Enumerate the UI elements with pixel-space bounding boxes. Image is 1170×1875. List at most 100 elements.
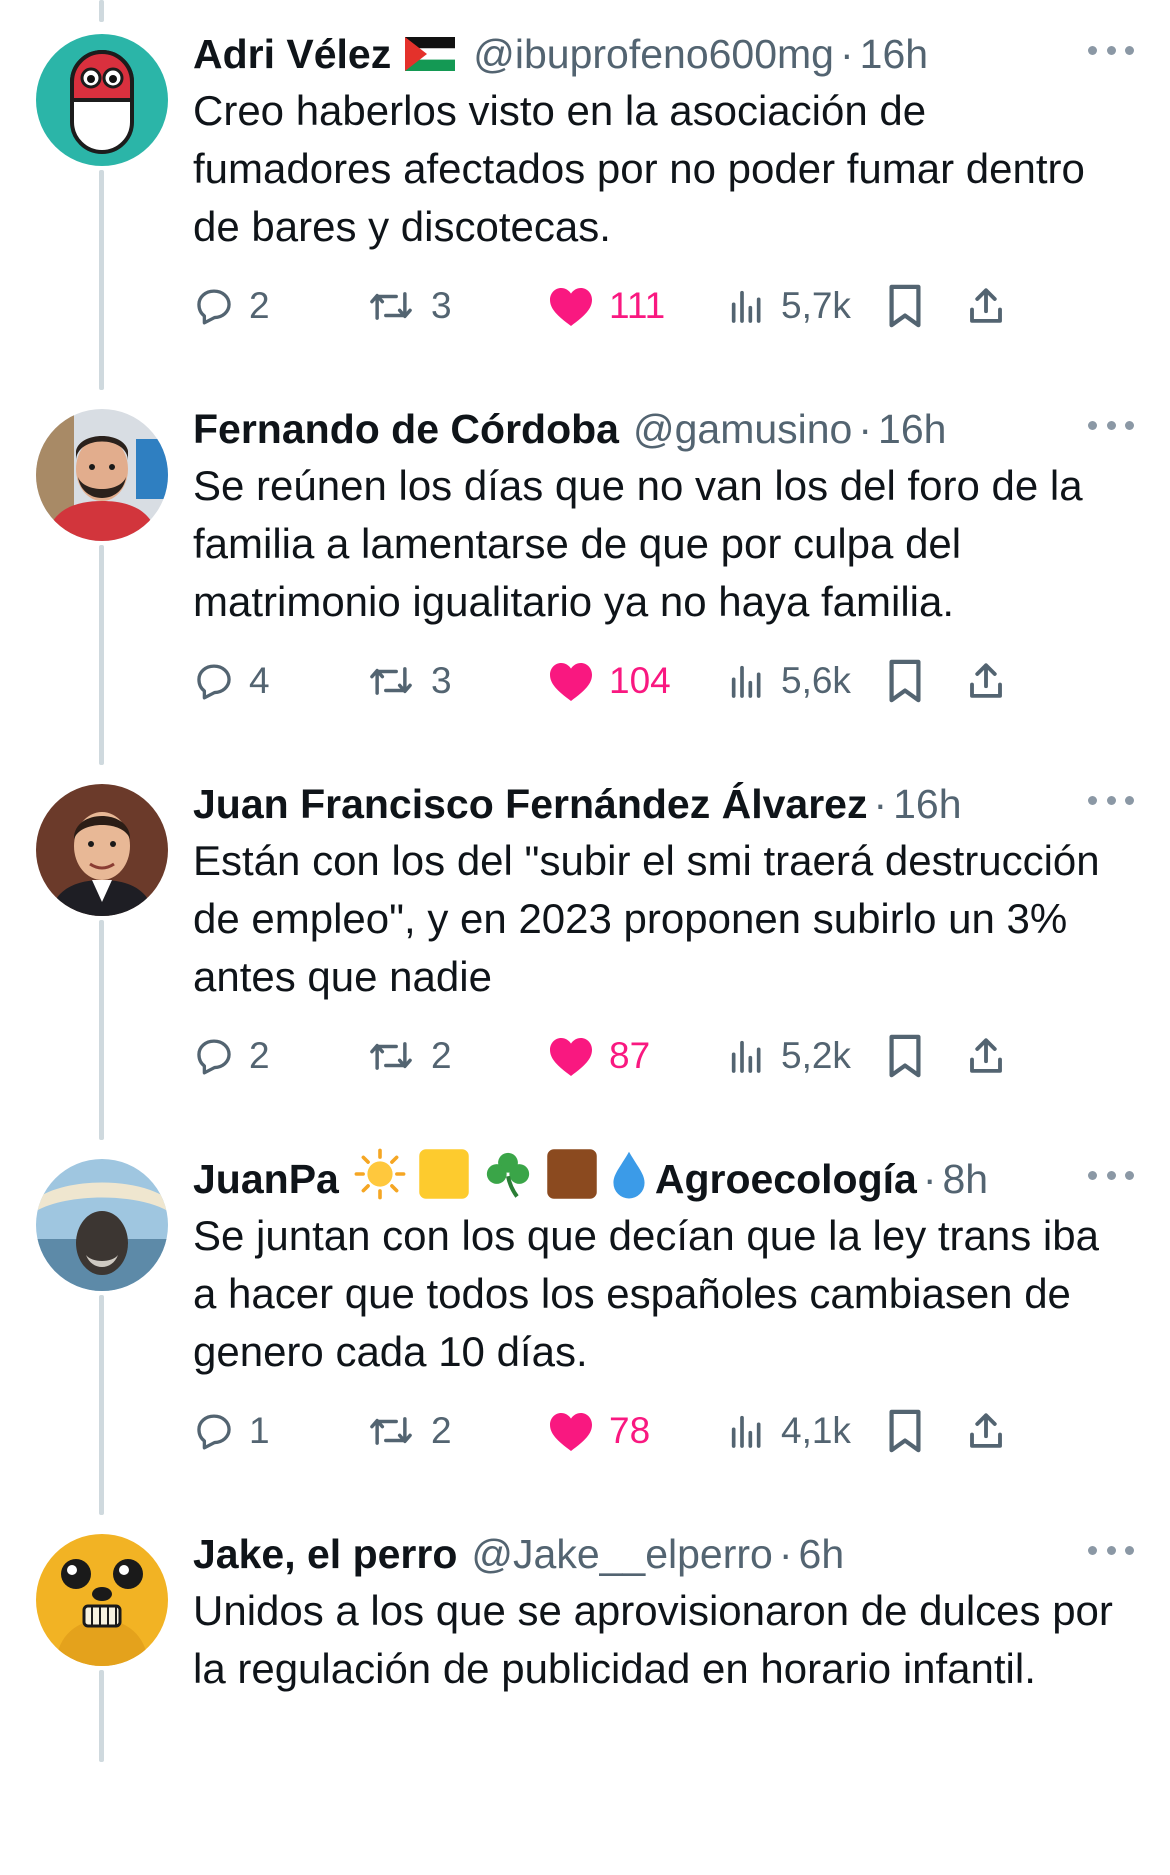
handle[interactable]: @gamusino xyxy=(633,406,852,453)
reply-count: 2 xyxy=(249,285,270,326)
tweet-header: JuanPa Agroecología · 8h xyxy=(193,1148,1130,1207)
share-button[interactable] xyxy=(965,276,1007,336)
views-count: 5,7k xyxy=(781,285,851,326)
retweet-button[interactable]: 2 xyxy=(365,1026,452,1086)
retweet-icon xyxy=(365,1410,417,1452)
reply-count: 1 xyxy=(249,1410,270,1451)
views-count: 5,6k xyxy=(781,660,851,701)
display-name[interactable]: JuanPa xyxy=(193,1156,339,1203)
tweet-text: Se juntan con los que decían que la ley … xyxy=(193,1212,1099,1375)
heart-icon xyxy=(547,1034,595,1078)
reply-button[interactable]: 4 xyxy=(193,651,270,711)
bookmark-button[interactable] xyxy=(885,651,925,711)
handle[interactable]: @Jake__elperro xyxy=(471,1531,772,1578)
views-button[interactable]: 5,7k xyxy=(727,276,851,336)
separator: · xyxy=(922,1155,937,1202)
tweet-header: Juan Francisco Fernández Álvarez · 16h xyxy=(193,776,1130,832)
bookmark-button[interactable] xyxy=(885,1026,925,1086)
retweet-icon xyxy=(365,660,417,702)
display-name-suffix[interactable]: Agroecología xyxy=(655,1156,917,1203)
reply-count: 2 xyxy=(249,1035,270,1076)
more-options-icon[interactable] xyxy=(1088,780,1134,820)
timestamp[interactable]: 6h xyxy=(799,1531,845,1578)
retweet-button[interactable]: 2 xyxy=(365,1401,452,1461)
reply-button[interactable]: 2 xyxy=(193,1026,270,1086)
tweet-text: Se reúnen los días que no van los del fo… xyxy=(193,462,1083,625)
action-bar: 2 3 111 5,7k xyxy=(193,276,1133,336)
bookmark-icon xyxy=(885,1033,925,1079)
views-button[interactable]: 4,1k xyxy=(727,1401,851,1461)
bookmark-icon xyxy=(885,1408,925,1454)
heart-icon xyxy=(547,284,595,328)
avatar[interactable] xyxy=(36,34,168,166)
display-name[interactable]: Adri Vélez xyxy=(193,31,391,78)
more-options-icon[interactable] xyxy=(1088,1155,1134,1195)
droplet-icon xyxy=(609,1147,649,1211)
tweet-text: Creo haberlos visto en la asociación de … xyxy=(193,87,1085,250)
views-button[interactable]: 5,6k xyxy=(727,651,851,711)
bookmark-button[interactable] xyxy=(885,276,925,336)
reply-icon xyxy=(193,1410,235,1452)
avatar[interactable] xyxy=(36,409,168,541)
retweet-icon xyxy=(365,1035,417,1077)
share-button[interactable] xyxy=(965,1026,1007,1086)
tweet[interactable]: JuanPa Agroecología · 8h Se juntan con l… xyxy=(0,1125,1170,1500)
like-count: 104 xyxy=(609,660,671,701)
display-name[interactable]: Juan Francisco Fernández Álvarez xyxy=(193,781,867,828)
like-button[interactable]: 87 xyxy=(547,1026,650,1086)
views-icon xyxy=(727,1411,767,1451)
tweet[interactable]: Jake, el perro @Jake__elperro · 6h Unido… xyxy=(0,1500,1170,1875)
more-options-icon[interactable] xyxy=(1088,1530,1134,1570)
name-emojis xyxy=(353,1147,649,1211)
heart-icon xyxy=(547,659,595,703)
retweet-button[interactable]: 3 xyxy=(365,651,452,711)
retweet-count: 2 xyxy=(431,1410,452,1451)
like-button[interactable]: 111 xyxy=(547,276,665,336)
display-name[interactable]: Fernando de Córdoba xyxy=(193,406,619,453)
like-count: 87 xyxy=(609,1035,651,1076)
tweet[interactable]: Juan Francisco Fernández Álvarez · 16h E… xyxy=(0,750,1170,1125)
bookmark-icon xyxy=(885,658,925,704)
tweet-text: Unidos a los que se aprovisionaron de du… xyxy=(193,1587,1113,1692)
timestamp[interactable]: 16h xyxy=(878,406,946,453)
avatar[interactable] xyxy=(36,1159,168,1291)
share-button[interactable] xyxy=(965,651,1007,711)
tweet-header: Fernando de Córdoba @gamusino · 16h xyxy=(193,401,1130,457)
bookmark-icon xyxy=(885,283,925,329)
share-button[interactable] xyxy=(965,1401,1007,1461)
timestamp[interactable]: 16h xyxy=(860,31,928,78)
share-icon xyxy=(965,1034,1007,1078)
share-icon xyxy=(965,659,1007,703)
like-count: 78 xyxy=(609,1410,651,1451)
sun-icon xyxy=(353,1147,407,1211)
bookmark-button[interactable] xyxy=(885,1401,925,1461)
display-name[interactable]: Jake, el perro xyxy=(193,1531,457,1578)
retweet-button[interactable]: 3 xyxy=(365,276,452,336)
reply-button[interactable]: 1 xyxy=(193,1401,270,1461)
share-icon xyxy=(965,1409,1007,1453)
reply-thread: Adri Vélez @ibuprofeno600mg · 16h Creo h… xyxy=(0,0,1170,1762)
reply-button[interactable]: 2 xyxy=(193,276,270,336)
retweet-count: 3 xyxy=(431,660,452,701)
more-options-icon[interactable] xyxy=(1088,30,1134,70)
like-button[interactable]: 104 xyxy=(547,651,671,711)
separator: · xyxy=(873,780,888,827)
like-count: 111 xyxy=(609,285,666,326)
timestamp[interactable]: 16h xyxy=(893,781,961,828)
handle[interactable]: @ibuprofeno600mg xyxy=(473,31,834,78)
like-button[interactable]: 78 xyxy=(547,1401,650,1461)
more-options-icon[interactable] xyxy=(1088,405,1134,445)
retweet-icon xyxy=(365,285,417,327)
avatar[interactable] xyxy=(36,784,168,916)
timestamp[interactable]: 8h xyxy=(942,1156,988,1203)
tweet[interactable]: Adri Vélez @ibuprofeno600mg · 16h Creo h… xyxy=(0,0,1170,375)
tweet[interactable]: Fernando de Córdoba @gamusino · 16h Se r… xyxy=(0,375,1170,750)
reply-icon xyxy=(193,660,235,702)
tweet-text: Están con los del "subir el smi traerá d… xyxy=(193,837,1100,1000)
brown-square-icon xyxy=(545,1147,599,1211)
views-icon xyxy=(727,286,767,326)
views-button[interactable]: 5,2k xyxy=(727,1026,851,1086)
avatar[interactable] xyxy=(36,1534,168,1666)
shamrock-icon xyxy=(481,1147,535,1211)
views-count: 5,2k xyxy=(781,1035,851,1076)
